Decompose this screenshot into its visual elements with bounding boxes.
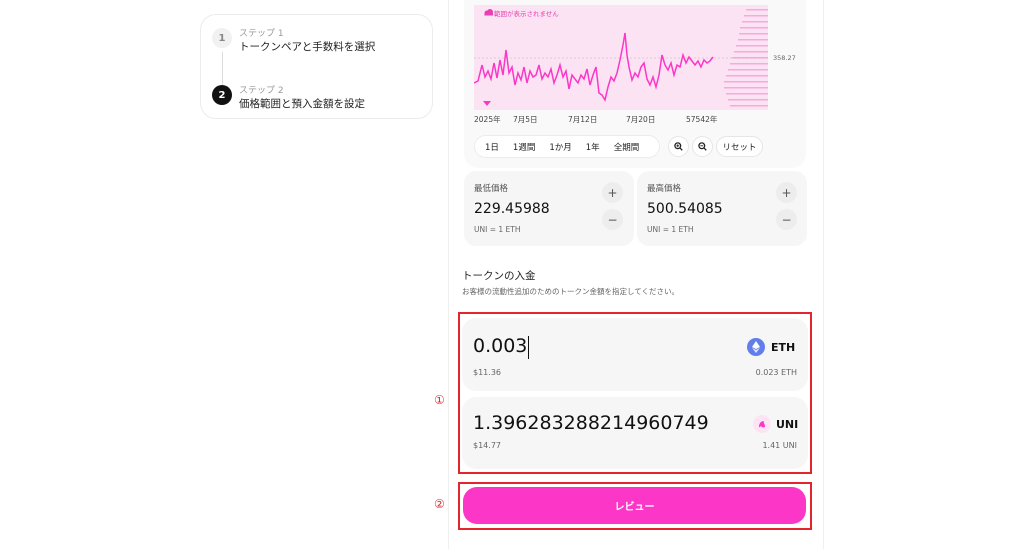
x-tick: 2025年 (474, 115, 501, 124)
min-price-label: 最低価格 (474, 184, 509, 194)
min-price-increase-button[interactable]: + (602, 182, 623, 203)
x-tick: 7月12日 (568, 115, 598, 124)
max-price-card: 最高価格 500.54085 UNI = 1 ETH + − (637, 171, 807, 246)
deposit-subtitle: お客様の流動性追加のためのトークン金額を指定してください。 (462, 287, 680, 296)
x-tick: 7月5日 (513, 115, 538, 124)
range-1m-button[interactable]: 1か月 (542, 137, 578, 156)
plus-icon: + (781, 185, 792, 200)
zoom-in-icon (674, 142, 683, 151)
plus-icon: + (607, 185, 618, 200)
max-price-increase-button[interactable]: + (776, 182, 797, 203)
reset-button[interactable]: リセット (716, 136, 763, 157)
step-1-title[interactable]: トークンペアと手数料を選択 (239, 39, 375, 54)
current-price-tag: 358.27 (773, 54, 796, 62)
deposit-title: トークンの入金 (462, 270, 536, 282)
stepper-card: 1 ステップ 1 トークンペアと手数料を選択 2 ステップ 2 価格範囲と預入金… (200, 14, 433, 119)
price-line (474, 32, 714, 102)
step-1-kicker: ステップ 1 (239, 29, 284, 39)
range-1y-button[interactable]: 1年 (579, 137, 607, 156)
step-connector (222, 52, 223, 85)
annotation-two: ② (434, 497, 445, 511)
minus-icon: − (607, 212, 618, 227)
x-tick: 57542年 (686, 115, 718, 124)
highlight-box-review (458, 482, 812, 530)
range-marker-icon (483, 101, 491, 106)
highlight-box-deposit (458, 312, 812, 474)
annotation-one: ① (434, 393, 445, 407)
zoom-out-icon (698, 142, 707, 151)
step-1-number[interactable]: 1 (212, 28, 232, 48)
min-price-card: 最低価格 229.45988 UNI = 1 ETH + − (464, 171, 634, 246)
step-2-kicker: ステップ 2 (239, 86, 284, 96)
range-1d-button[interactable]: 1日 (478, 137, 506, 156)
price-chart-svg (474, 9, 768, 107)
minus-icon: − (781, 212, 792, 227)
time-range-group: 1日 1週間 1か月 1年 全期間 (474, 135, 660, 158)
range-1w-button[interactable]: 1週間 (506, 137, 542, 156)
max-price-unit: UNI = 1 ETH (647, 225, 694, 234)
zoom-in-button[interactable] (668, 136, 689, 157)
step-2-title[interactable]: 価格範囲と預入金額を設定 (239, 96, 365, 111)
min-price-input[interactable]: 229.45988 (474, 201, 550, 217)
max-price-input[interactable]: 500.54085 (647, 201, 723, 217)
step-2-number[interactable]: 2 (212, 85, 232, 105)
x-tick: 7月20日 (626, 115, 656, 124)
cloud-icon (484, 9, 493, 16)
zoom-out-button[interactable] (692, 136, 713, 157)
min-price-unit: UNI = 1 ETH (474, 225, 521, 234)
range-notice: 範囲が表示されません (494, 10, 559, 18)
max-price-label: 最高価格 (647, 184, 682, 194)
price-chart[interactable] (474, 5, 768, 110)
range-all-button[interactable]: 全期間 (607, 137, 647, 156)
min-price-decrease-button[interactable]: − (602, 209, 623, 230)
max-price-decrease-button[interactable]: − (776, 209, 797, 230)
